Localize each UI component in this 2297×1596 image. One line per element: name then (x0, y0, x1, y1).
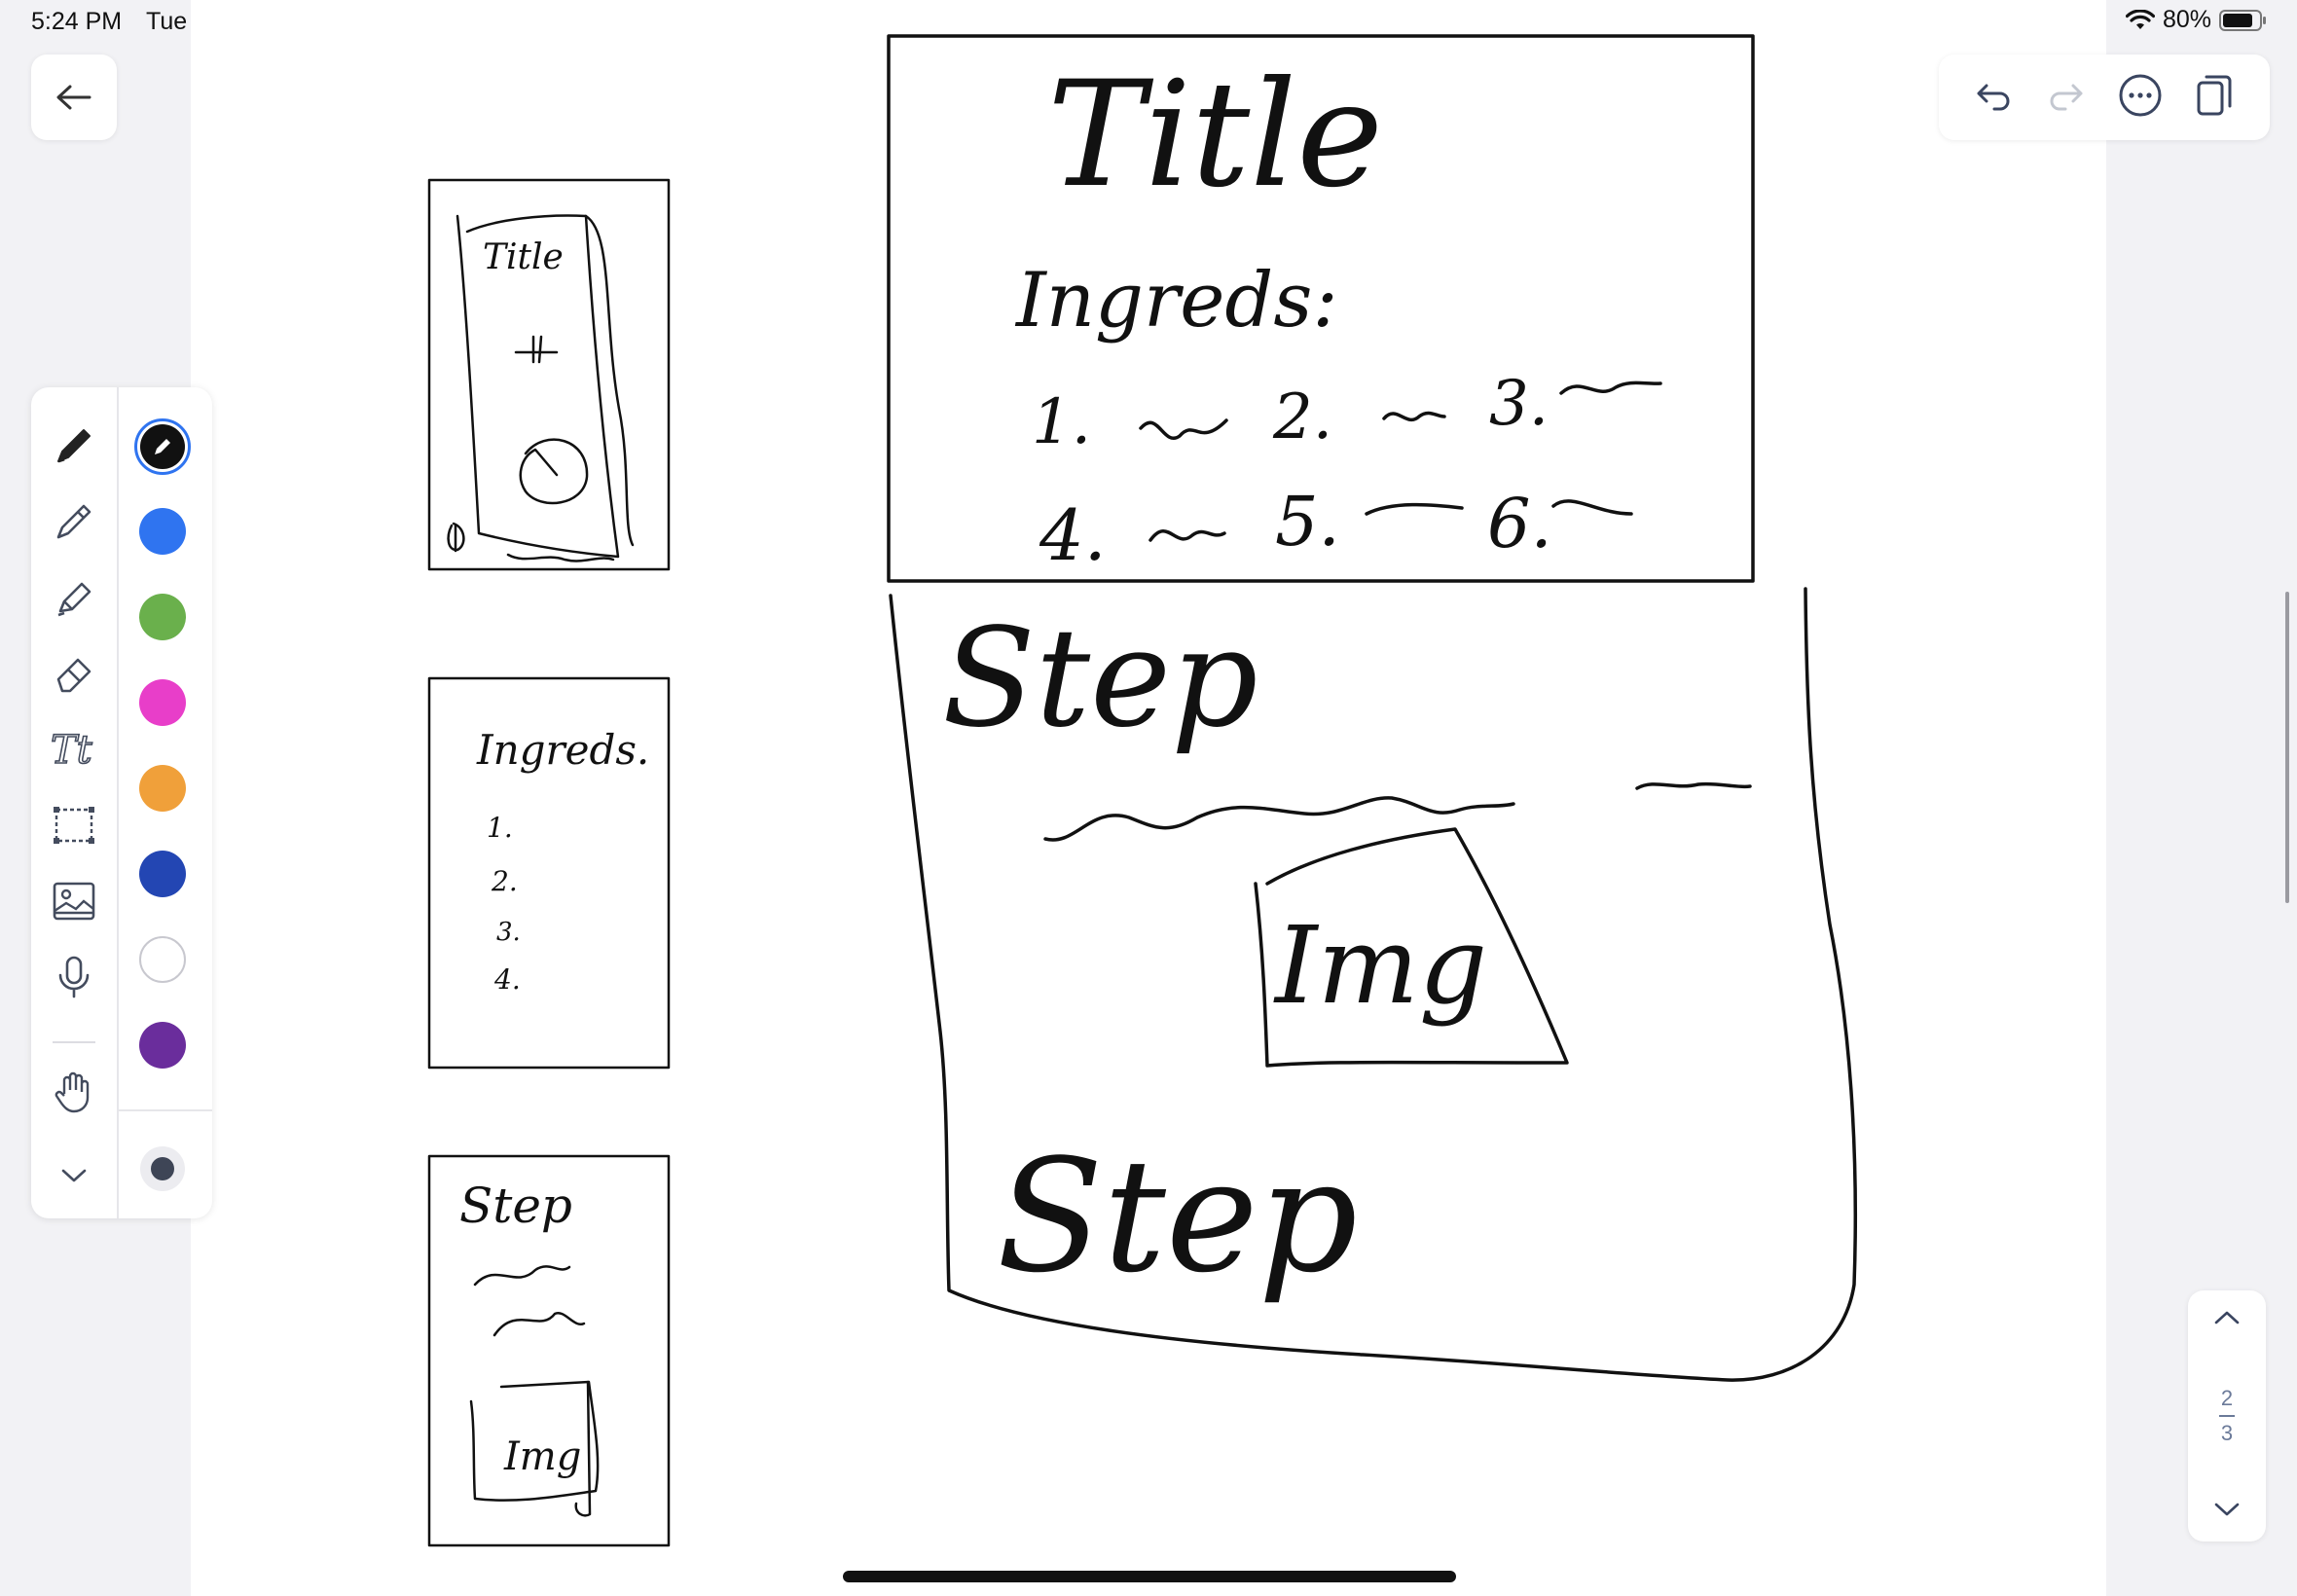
color-swatch-navy[interactable] (139, 851, 186, 897)
back-button[interactable] (31, 54, 117, 140)
color-swatch-selected[interactable] (134, 418, 191, 475)
color-swatch-black (140, 424, 185, 469)
ingred-6: 6. (1487, 484, 1552, 563)
status-time: 5:24 PM (31, 8, 123, 35)
text-tool[interactable]: Tt (45, 720, 103, 779)
page-indicator: 2 3 (2219, 1386, 2235, 1446)
ingred-1: 1. (1032, 386, 1091, 458)
color-swatch-orange[interactable] (139, 765, 186, 812)
top-toolbar (1939, 54, 2270, 140)
status-indicators: 80% (2125, 6, 2268, 34)
microphone-tool[interactable] (45, 948, 103, 1006)
thumb2-item-2: 2. (491, 865, 518, 897)
chevron-down-icon (2214, 1503, 2240, 1516)
wifi-icon (2125, 9, 2155, 29)
tool-separator (53, 1041, 95, 1043)
main-step-2: Step (997, 1125, 1358, 1307)
copy-icon (2197, 75, 2232, 115)
color-swatch-white[interactable] (139, 936, 186, 983)
lasso-select-tool[interactable] (45, 796, 103, 854)
stroke-size-button[interactable] (140, 1146, 185, 1191)
redo-icon (2050, 84, 2083, 110)
pages-button[interactable] (2195, 73, 2234, 123)
pencil-icon (56, 504, 91, 539)
main-steps-box: Step Img Step (889, 587, 1858, 1382)
thumb3-heading: Step (459, 1178, 572, 1234)
main-ingreds: Ingreds: (1014, 257, 1338, 345)
main-title-box: Title Ingreds: 1. 2. 3. 4. 5. 6. (887, 34, 1755, 583)
eraser-icon (56, 658, 91, 693)
ingred-2: 2. (1272, 381, 1332, 453)
home-indicator[interactable] (843, 1571, 1456, 1582)
total-pages: 3 (2220, 1421, 2234, 1445)
undo-button[interactable] (1975, 78, 2014, 118)
microphone-icon (58, 956, 90, 998)
color-swatch-purple[interactable] (139, 1022, 186, 1069)
highlighter-tool[interactable] (45, 568, 103, 627)
more-options-button[interactable] (2118, 73, 2163, 123)
highlighter-icon (57, 582, 91, 617)
chevron-down-icon (61, 1169, 87, 1182)
page-separator (2219, 1415, 2235, 1417)
ellipsis-circle-icon (2119, 74, 2162, 116)
chevron-up-icon (2214, 1311, 2240, 1324)
undo-icon (1977, 84, 2010, 110)
thumb1-title: Title (483, 237, 564, 277)
ingred-3: 3. (1489, 368, 1549, 440)
color-swatch-blue[interactable] (139, 508, 186, 555)
redo-button[interactable] (2046, 78, 2085, 118)
thumb2-item-3: 3. (496, 918, 521, 947)
text-icon: Tt (50, 727, 93, 773)
next-page-button[interactable] (2211, 1500, 2242, 1524)
eraser-tool[interactable] (45, 644, 103, 703)
thumb2-heading: Ingreds. (476, 726, 649, 774)
current-page: 2 (2220, 1386, 2234, 1410)
main-title: Title (1047, 51, 1383, 220)
vertical-scrollbar[interactable] (2285, 592, 2289, 903)
thumb3-img: Img (503, 1434, 581, 1479)
pen-icon (57, 429, 91, 463)
hand-icon (55, 1071, 90, 1113)
hand-tool[interactable] (45, 1063, 103, 1121)
image-tool[interactable] (45, 872, 103, 930)
pencil-edit-icon (155, 439, 170, 454)
pen-tool[interactable] (45, 417, 103, 475)
color-swatch-green[interactable] (139, 594, 186, 640)
ingred-5: 5. (1275, 482, 1340, 562)
pencil-tool[interactable] (45, 492, 103, 551)
main-img: Img (1273, 903, 1487, 1028)
stroke-size-dot (151, 1157, 174, 1180)
palette-divider (117, 387, 119, 1218)
thumbnail-sketch-2: Ingreds. 1. 2. 3. 4. (427, 676, 671, 1070)
selection-icon (54, 807, 94, 844)
battery-percent: 80% (2162, 6, 2211, 33)
image-icon (53, 882, 95, 921)
page-navigator: 2 3 (2188, 1290, 2266, 1542)
main-step-1: Step (942, 599, 1258, 758)
tool-palette: Tt (31, 387, 212, 1218)
thumbnail-sketch-1: Title (427, 178, 671, 571)
note-page[interactable]: Title Ingreds. 1. 2. 3. 4. Step Img Titl… (191, 0, 2106, 1596)
battery-icon (2219, 9, 2266, 31)
thumb2-item-1: 1. (487, 812, 513, 844)
thumbnail-sketch-3: Step Img (427, 1154, 671, 1547)
color-swatch-magenta[interactable] (139, 679, 186, 726)
svg-text:Tt: Tt (51, 728, 93, 773)
collapse-palette-button[interactable] (45, 1146, 103, 1205)
palette-divider-horizontal (117, 1109, 212, 1111)
arrow-left-icon (56, 85, 91, 110)
previous-page-button[interactable] (2211, 1308, 2242, 1332)
thumb2-item-4: 4. (493, 963, 521, 996)
ingred-4: 4. (1039, 494, 1107, 576)
